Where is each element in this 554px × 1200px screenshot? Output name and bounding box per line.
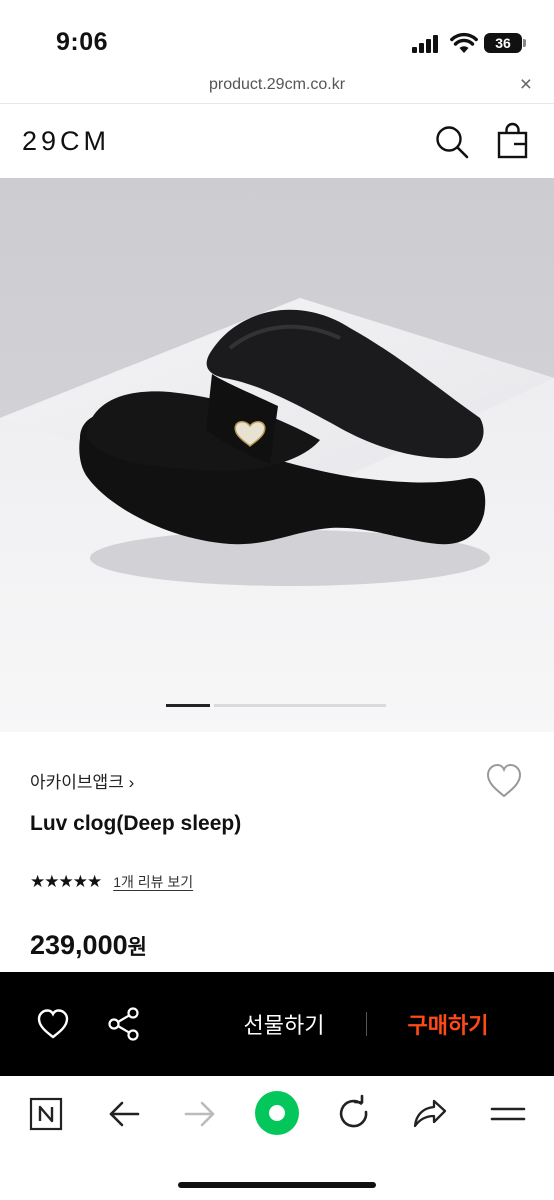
brand-link[interactable]: 아카이브앱크 › [30, 768, 134, 793]
carousel-indicator-active [166, 704, 210, 707]
review-link[interactable]: 1개 리뷰 보기 [113, 872, 193, 892]
url-text[interactable]: product.29cm.co.kr [0, 76, 554, 94]
back-arrow-icon[interactable] [102, 1092, 146, 1136]
gift-button[interactable]: 선물하기 [214, 1008, 354, 1040]
divider [366, 1012, 367, 1036]
status-time: 9:06 [56, 28, 109, 56]
rating: ★★★★★ 1개 리뷰 보기 [30, 872, 193, 892]
heart-icon[interactable] [36, 1008, 70, 1040]
product-price: 239,000원 [30, 930, 147, 961]
status-bar: 9:06 36 [0, 0, 554, 70]
product-name: Luv clog(Deep sleep) [30, 812, 242, 835]
purchase-action-bar: 선물하기 구매하기 [0, 972, 554, 1076]
carousel-indicator-track [214, 704, 386, 707]
product-photo [0, 178, 554, 732]
site-header: 29CM [0, 104, 554, 178]
naver-n-icon[interactable] [24, 1092, 68, 1136]
menu-icon[interactable] [486, 1092, 530, 1136]
star-rating: ★★★★★ [30, 872, 102, 891]
price-value: 239,000 [30, 930, 128, 960]
site-logo[interactable]: 29CM [22, 126, 110, 157]
reload-icon[interactable] [332, 1092, 376, 1136]
battery-icon: 36 [484, 33, 526, 53]
search-icon[interactable] [434, 124, 470, 160]
cellular-signal-icon [412, 35, 440, 53]
close-icon[interactable]: × [520, 73, 532, 97]
battery-level: 36 [484, 33, 522, 53]
naver-green-dot-icon[interactable] [254, 1090, 300, 1136]
bag-icon[interactable] [496, 122, 530, 160]
heart-icon[interactable] [484, 762, 524, 800]
price-unit: 원 [127, 936, 147, 959]
share-arrow-icon[interactable] [408, 1092, 452, 1136]
buy-button[interactable]: 구매하기 [378, 1008, 518, 1040]
product-image[interactable] [0, 178, 554, 732]
home-indicator [178, 1182, 376, 1188]
share-icon[interactable] [106, 1006, 142, 1042]
url-bar[interactable]: product.29cm.co.kr × [0, 70, 554, 104]
forward-arrow-icon[interactable] [178, 1092, 222, 1136]
wifi-icon [450, 32, 478, 53]
